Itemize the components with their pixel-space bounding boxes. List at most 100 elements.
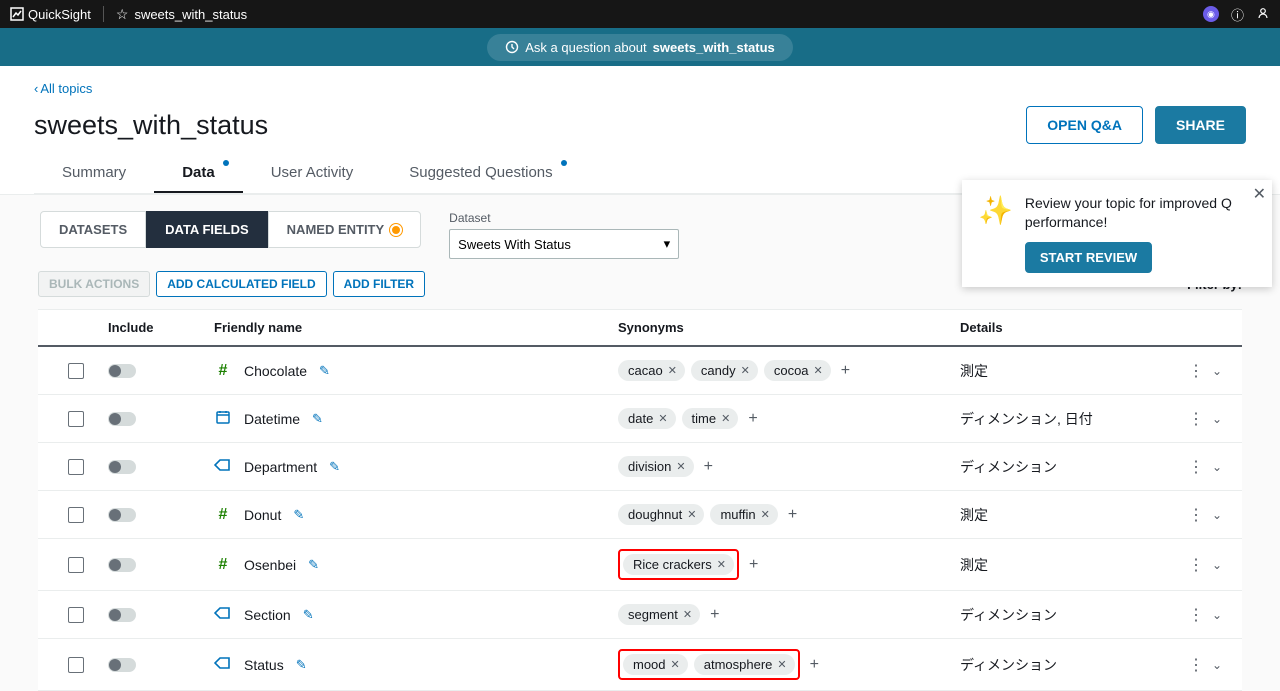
row-checkbox[interactable] bbox=[68, 657, 84, 673]
table-row: Datetime ✎ date ✕time ✕+ ディメンション, 日付 ⋮ ⌄ bbox=[38, 395, 1242, 443]
chevron-down-icon[interactable]: ⌄ bbox=[1212, 364, 1222, 378]
synonym-chip[interactable]: candy ✕ bbox=[691, 360, 758, 381]
row-checkbox[interactable] bbox=[68, 607, 84, 623]
remove-chip-icon[interactable]: ✕ bbox=[777, 658, 786, 671]
edit-icon[interactable]: ✎ bbox=[319, 363, 330, 379]
quicksight-logo[interactable]: QuickSight bbox=[10, 7, 91, 22]
remove-chip-icon[interactable]: ✕ bbox=[658, 412, 667, 425]
user-icon[interactable] bbox=[1256, 6, 1270, 23]
star-icon[interactable]: ☆ bbox=[116, 6, 129, 23]
chevron-down-icon[interactable]: ⌄ bbox=[1212, 558, 1222, 572]
edit-icon[interactable]: ✎ bbox=[293, 507, 304, 523]
include-toggle[interactable] bbox=[108, 412, 136, 426]
remove-chip-icon[interactable]: ✕ bbox=[741, 364, 750, 377]
synonym-chip[interactable]: mood ✕ bbox=[623, 654, 688, 675]
include-toggle[interactable] bbox=[108, 558, 136, 572]
add-synonym-button[interactable]: + bbox=[784, 506, 801, 524]
more-icon[interactable]: ⋮ bbox=[1188, 605, 1204, 625]
add-synonym-button[interactable]: + bbox=[806, 656, 823, 674]
synonym-chip[interactable]: Rice crackers ✕ bbox=[623, 554, 734, 575]
remove-chip-icon[interactable]: ✕ bbox=[668, 364, 677, 377]
include-toggle[interactable] bbox=[108, 658, 136, 672]
tab-summary[interactable]: Summary bbox=[34, 158, 154, 193]
edit-icon[interactable]: ✎ bbox=[303, 607, 314, 623]
product-name: QuickSight bbox=[28, 7, 91, 22]
remove-chip-icon[interactable]: ✕ bbox=[683, 608, 692, 621]
help-icon[interactable]: ⓘ bbox=[1231, 5, 1244, 24]
measure-icon: # bbox=[219, 506, 228, 524]
more-icon[interactable]: ⋮ bbox=[1188, 457, 1204, 477]
edit-icon[interactable]: ✎ bbox=[296, 657, 307, 673]
more-icon[interactable]: ⋮ bbox=[1188, 409, 1204, 429]
synonym-chip[interactable]: segment ✕ bbox=[618, 604, 700, 625]
ask-question-pill[interactable]: Ask a question about sweets_with_status bbox=[487, 34, 793, 61]
dataset-select[interactable]: Sweets With Status ▾ bbox=[449, 229, 679, 259]
include-toggle[interactable] bbox=[108, 508, 136, 522]
share-button[interactable]: SHARE bbox=[1155, 106, 1246, 144]
q-badge-icon[interactable]: ◉ bbox=[1203, 6, 1219, 22]
synonym-chip[interactable]: division ✕ bbox=[618, 456, 694, 477]
subtab-datasets[interactable]: DATASETS bbox=[40, 211, 146, 248]
breadcrumb-all-topics[interactable]: ‹ All topics bbox=[34, 81, 92, 96]
tab-user-activity[interactable]: User Activity bbox=[243, 158, 382, 193]
add-synonym-button[interactable]: + bbox=[745, 556, 762, 574]
more-icon[interactable]: ⋮ bbox=[1188, 361, 1204, 381]
chevron-down-icon[interactable]: ⌄ bbox=[1212, 412, 1222, 426]
remove-chip-icon[interactable]: ✕ bbox=[761, 508, 770, 521]
subtab-named-entity[interactable]: NAMED ENTITY bbox=[268, 211, 422, 248]
close-icon[interactable]: ✕ bbox=[1253, 184, 1266, 204]
tab-suggested-questions[interactable]: Suggested Questions bbox=[381, 158, 580, 193]
more-icon[interactable]: ⋮ bbox=[1188, 655, 1204, 675]
add-synonym-button[interactable]: + bbox=[700, 458, 717, 476]
open-qa-button[interactable]: OPEN Q&A bbox=[1026, 106, 1143, 144]
calendar-icon bbox=[215, 409, 231, 428]
synonym-chip[interactable]: muffin ✕ bbox=[710, 504, 777, 525]
details-text: ディメンション bbox=[960, 457, 1172, 477]
chevron-down-icon[interactable]: ⌄ bbox=[1212, 508, 1222, 522]
details-text: 測定 bbox=[960, 555, 1172, 575]
chevron-down-icon[interactable]: ⌄ bbox=[1212, 608, 1222, 622]
synonym-chip[interactable]: cacao ✕ bbox=[618, 360, 685, 381]
remove-chip-icon[interactable]: ✕ bbox=[676, 460, 685, 473]
synonym-chip[interactable]: cocoa ✕ bbox=[764, 360, 831, 381]
add-synonym-button[interactable]: + bbox=[744, 410, 761, 428]
remove-chip-icon[interactable]: ✕ bbox=[687, 508, 696, 521]
row-checkbox[interactable] bbox=[68, 507, 84, 523]
synonym-chip[interactable]: doughnut ✕ bbox=[618, 504, 704, 525]
chevron-down-icon[interactable]: ⌄ bbox=[1212, 658, 1222, 672]
field-name: Datetime bbox=[244, 411, 300, 427]
chevron-left-icon: ‹ bbox=[34, 81, 38, 96]
add-calculated-field-button[interactable]: ADD CALCULATED FIELD bbox=[156, 271, 326, 297]
row-checkbox[interactable] bbox=[68, 459, 84, 475]
edit-icon[interactable]: ✎ bbox=[308, 557, 319, 573]
row-checkbox[interactable] bbox=[68, 557, 84, 573]
include-toggle[interactable] bbox=[108, 460, 136, 474]
remove-chip-icon[interactable]: ✕ bbox=[671, 658, 680, 671]
row-checkbox[interactable] bbox=[68, 363, 84, 379]
tab-data[interactable]: Data bbox=[154, 158, 243, 193]
synonym-chip[interactable]: date ✕ bbox=[618, 408, 676, 429]
remove-chip-icon[interactable]: ✕ bbox=[721, 412, 730, 425]
row-checkbox[interactable] bbox=[68, 411, 84, 427]
synonym-chip[interactable]: atmosphere ✕ bbox=[694, 654, 795, 675]
sparkle-icon: ✨ bbox=[978, 194, 1013, 227]
include-toggle[interactable] bbox=[108, 364, 136, 378]
details-text: 測定 bbox=[960, 361, 1172, 381]
field-name: Department bbox=[244, 459, 317, 475]
chevron-down-icon[interactable]: ⌄ bbox=[1212, 460, 1222, 474]
remove-chip-icon[interactable]: ✕ bbox=[717, 558, 726, 571]
synonym-chip[interactable]: time ✕ bbox=[682, 408, 739, 429]
edit-icon[interactable]: ✎ bbox=[329, 459, 340, 475]
start-review-button[interactable]: START REVIEW bbox=[1025, 242, 1152, 273]
more-icon[interactable]: ⋮ bbox=[1188, 555, 1204, 575]
add-synonym-button[interactable]: + bbox=[837, 362, 854, 380]
edit-icon[interactable]: ✎ bbox=[312, 411, 323, 427]
add-synonym-button[interactable]: + bbox=[706, 606, 723, 624]
remove-chip-icon[interactable]: ✕ bbox=[814, 364, 823, 377]
subtab-data-fields[interactable]: DATA FIELDS bbox=[146, 211, 268, 248]
more-icon[interactable]: ⋮ bbox=[1188, 505, 1204, 525]
topic-name: sweets_with_status bbox=[134, 7, 247, 22]
add-filter-button[interactable]: ADD FILTER bbox=[333, 271, 425, 297]
include-toggle[interactable] bbox=[108, 608, 136, 622]
entity-dot-icon bbox=[390, 224, 402, 236]
